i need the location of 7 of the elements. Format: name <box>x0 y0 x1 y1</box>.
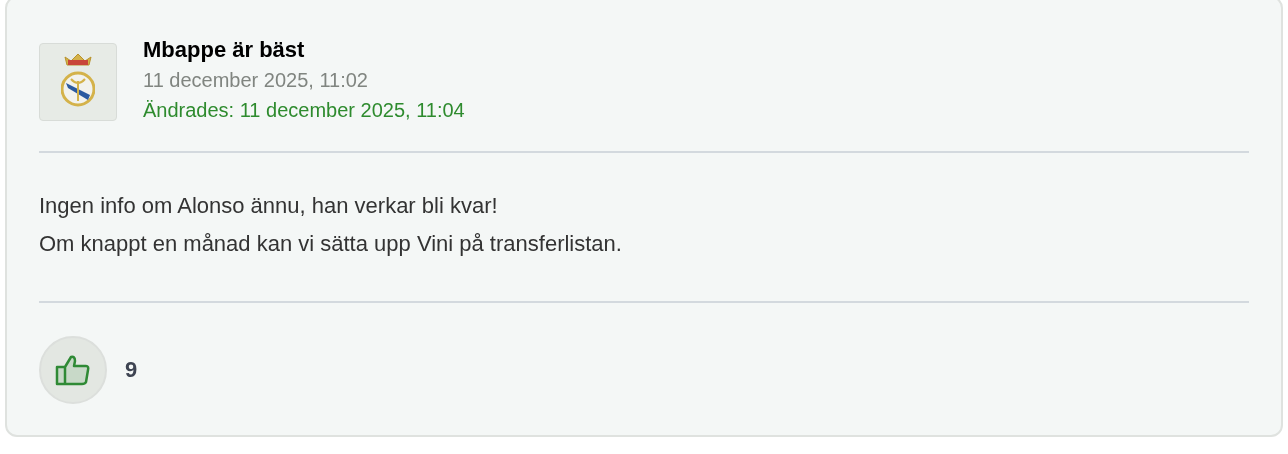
post-text: Ingen info om Alonso ännu, han verkar bli kvar! <box>39 192 499 220</box>
thumbs-up-icon <box>55 354 91 386</box>
edited-date: Ändrades: 11 december 2025, 11:04 <box>143 98 465 123</box>
post-date: 11 december 2025, 11:02 <box>143 68 369 93</box>
post-text: Om knappt en månad kan vi sätta upp Vini på transferlistan. <box>39 230 623 258</box>
like-count: 9 <box>125 357 138 383</box>
author-name[interactable]: Mbappe är bäst <box>143 35 465 65</box>
